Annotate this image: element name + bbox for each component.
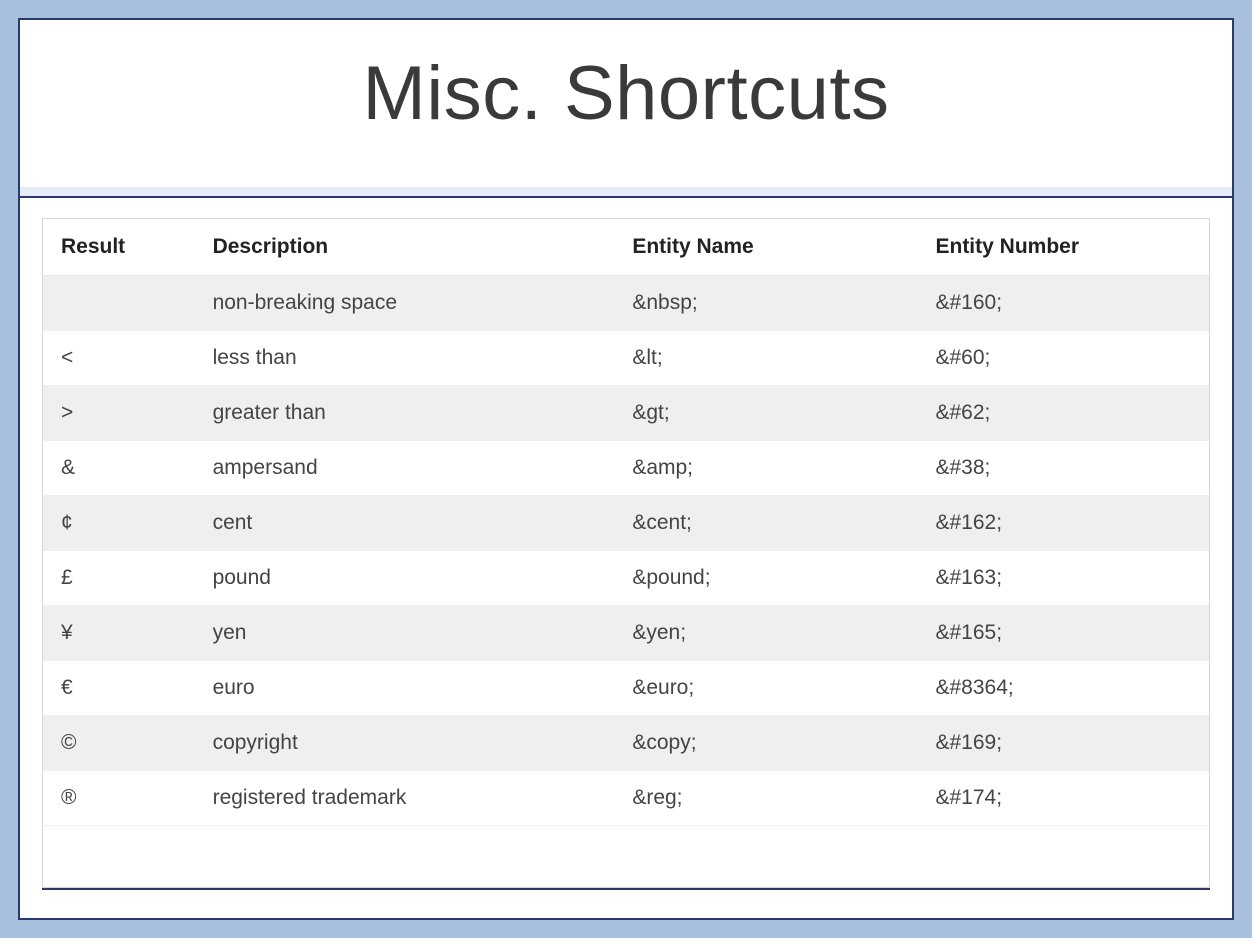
cell-description: ampersand: [195, 441, 615, 496]
cell-entity-name: &nbsp;: [614, 276, 917, 331]
cell-entity-name: &gt;: [614, 386, 917, 441]
cell-result: &: [43, 441, 195, 496]
table-row: ® registered trademark &reg; &#174;: [43, 771, 1209, 826]
cell-entity-number: &#162;: [917, 496, 1209, 551]
cell-entity-number: &#8364;: [917, 661, 1209, 716]
entities-table: Result Description Entity Name Entity Nu…: [43, 219, 1209, 826]
slide-panel: Misc. Shortcuts Result Description: [18, 18, 1234, 920]
cell-description: yen: [195, 606, 615, 661]
cell-entity-number: &#38;: [917, 441, 1209, 496]
cell-description: euro: [195, 661, 615, 716]
table-footer-strip: [43, 826, 1209, 856]
entities-table-wrap: Result Description Entity Name Entity Nu…: [42, 218, 1210, 888]
table-row: ¢ cent &cent; &#162;: [43, 496, 1209, 551]
cell-entity-name: &pound;: [614, 551, 917, 606]
slide-frame: Misc. Shortcuts Result Description: [0, 0, 1252, 938]
cell-result: £: [43, 551, 195, 606]
body-block: Result Description Entity Name Entity Nu…: [20, 196, 1232, 918]
header-result: Result: [43, 219, 195, 276]
header-description: Description: [195, 219, 615, 276]
table-row: & ampersand &amp; &#38;: [43, 441, 1209, 496]
header-entity-name: Entity Name: [614, 219, 917, 276]
title-block: Misc. Shortcuts: [20, 20, 1232, 196]
table-row: < less than &lt; &#60;: [43, 331, 1209, 386]
cell-result: ®: [43, 771, 195, 826]
cell-entity-name: &copy;: [614, 716, 917, 771]
table-row: ¥ yen &yen; &#165;: [43, 606, 1209, 661]
cell-result: <: [43, 331, 195, 386]
cell-entity-name: &lt;: [614, 331, 917, 386]
cell-entity-name: &cent;: [614, 496, 917, 551]
table-row: € euro &euro; &#8364;: [43, 661, 1209, 716]
cell-entity-number: &#174;: [917, 771, 1209, 826]
cell-entity-number: &#165;: [917, 606, 1209, 661]
cell-entity-number: &#163;: [917, 551, 1209, 606]
cell-description: copyright: [195, 716, 615, 771]
cell-description: less than: [195, 331, 615, 386]
page-title: Misc. Shortcuts: [363, 51, 890, 136]
cell-entity-number: &#169;: [917, 716, 1209, 771]
cell-entity-number: &#60;: [917, 331, 1209, 386]
header-entity-number: Entity Number: [917, 219, 1209, 276]
footer-separator: [42, 888, 1210, 908]
cell-result: [43, 276, 195, 331]
cell-entity-name: &reg;: [614, 771, 917, 826]
cell-description: cent: [195, 496, 615, 551]
cell-result: €: [43, 661, 195, 716]
table-header-row: Result Description Entity Name Entity Nu…: [43, 219, 1209, 276]
cell-entity-number: &#160;: [917, 276, 1209, 331]
table-row: > greater than &gt; &#62;: [43, 386, 1209, 441]
cell-entity-name: &amp;: [614, 441, 917, 496]
table-row: non-breaking space &nbsp; &#160;: [43, 276, 1209, 331]
cell-result: ¢: [43, 496, 195, 551]
cell-entity-name: &euro;: [614, 661, 917, 716]
cell-result: >: [43, 386, 195, 441]
cell-description: non-breaking space: [195, 276, 615, 331]
cell-description: pound: [195, 551, 615, 606]
table-row: © copyright &copy; &#169;: [43, 716, 1209, 771]
cell-entity-number: &#62;: [917, 386, 1209, 441]
cell-description: registered trademark: [195, 771, 615, 826]
cell-entity-name: &yen;: [614, 606, 917, 661]
cell-result: ©: [43, 716, 195, 771]
cell-description: greater than: [195, 386, 615, 441]
table-row: £ pound &pound; &#163;: [43, 551, 1209, 606]
entities-table-body: non-breaking space &nbsp; &#160; < less …: [43, 276, 1209, 826]
cell-result: ¥: [43, 606, 195, 661]
